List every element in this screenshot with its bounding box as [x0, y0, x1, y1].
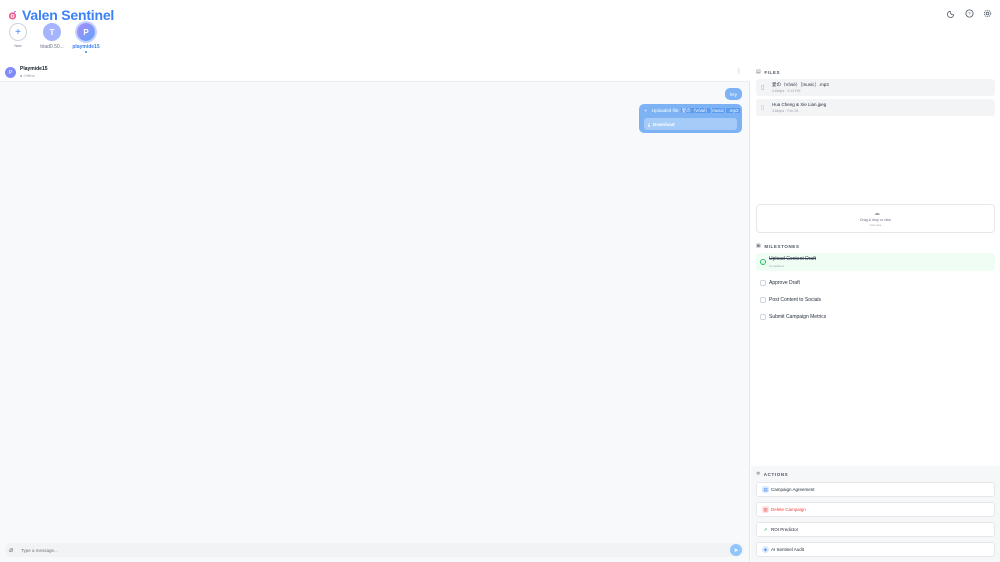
milestone-label: Approve Draft: [769, 279, 800, 286]
settings-icon[interactable]: [982, 8, 992, 18]
milestone-label: Post Content to Socials: [769, 296, 821, 303]
chat-header: P Playmide15 Offline ⋮: [0, 62, 750, 82]
check-circle-icon[interactable]: ✓: [760, 259, 766, 265]
milestone-item[interactable]: Post Content to Socials: [756, 292, 995, 307]
actions-section-title: ✲ ACTIONS: [756, 471, 788, 477]
file-meta: 3.6kbps · Feb 28: [772, 109, 799, 113]
trend-icon: ↗: [763, 526, 768, 532]
shield-icon: ◈: [762, 546, 769, 553]
file-dropzone[interactable]: ☁ Drag & drop or click max size: [756, 204, 995, 233]
milestone-checkbox[interactable]: [760, 296, 766, 303]
section-label: MILESTONES: [764, 243, 800, 249]
file-message-text: Uploaded file: 愛の（Vòsé）［music］.mp3: [652, 108, 740, 114]
file-item[interactable]: ▯ 愛の（Vòsé）［music］.mp3 3.6kbps · 3:13 PM: [756, 79, 995, 96]
milestone-checkbox[interactable]: [760, 313, 766, 320]
app-title: Valen Sentinel: [22, 7, 115, 23]
more-options-icon[interactable]: ⋮: [736, 68, 742, 75]
help-icon[interactable]: ?: [964, 8, 974, 18]
message-bubble: hey: [724, 88, 742, 100]
milestone-item[interactable]: Approve Draft: [756, 275, 995, 290]
document-icon: ▤: [762, 486, 769, 493]
brand[interactable]: Valen Sentinel: [8, 7, 114, 23]
sparkle-icon: ✲: [756, 471, 761, 477]
upload-prefix: Uploaded file:: [652, 108, 680, 113]
avatar[interactable]: P: [77, 23, 95, 41]
file-item[interactable]: ▯ Hua Cheng & Xie Lian.jpeg 3.6kbps · Fe…: [756, 99, 995, 116]
chat-status: Offline: [20, 73, 35, 78]
send-button[interactable]: ➤: [730, 544, 742, 556]
file-name: Hua Cheng & Xie Lian.jpeg: [772, 102, 827, 107]
attach-icon[interactable]: ⌀: [9, 546, 13, 554]
avatar: P: [5, 67, 16, 78]
milestone-label: Submit Campaign Metrics: [769, 313, 827, 320]
file-name: 愛の（Vòsé）［music］.mp3: [772, 82, 829, 87]
milestone-item[interactable]: Submit Campaign Metrics: [756, 309, 995, 324]
milestones-section-title: ▣ MILESTONES: [756, 243, 800, 249]
contact-label: playmide15: [72, 44, 100, 50]
image-file-icon: ▯: [761, 105, 765, 111]
top-bar: Valen Sentinel ? + New T triad0.50... P …: [0, 0, 1000, 62]
actions-section: ✲ ACTIONS ▤ Campaign Agreement ▥ Delete …: [751, 466, 1000, 562]
action-label: AI Sentinel Audit: [771, 547, 805, 552]
chat-contact-name: Playmide15: [20, 66, 48, 72]
milestone-label: Upload Content Draft: [769, 256, 816, 262]
action-label: Campaign Agreement: [771, 487, 815, 492]
milestone-item[interactable]: ✓ Upload Content Draft Completed: [756, 253, 995, 271]
file-icon: ▯: [761, 85, 765, 91]
milestone-checkbox[interactable]: [760, 279, 766, 286]
contact-item-triad[interactable]: T triad0.50...: [40, 23, 64, 53]
dropzone-subtext: max size: [869, 223, 882, 227]
moon-icon[interactable]: [946, 8, 956, 18]
action-label: Delete Campaign: [771, 507, 806, 512]
side-panel: ▤ FILES ▯ 愛の（Vòsé）［music］.mp3 3.6kbps · …: [751, 62, 1000, 562]
download-button[interactable]: ⤓ Download: [644, 118, 737, 130]
svg-text:?: ?: [968, 11, 971, 16]
status-text: Offline: [23, 73, 36, 78]
download-icon: ⤓: [648, 121, 650, 127]
message-input[interactable]: [21, 546, 711, 554]
file-meta: 3.6kbps · 3:13 PM: [772, 89, 801, 93]
contact-strip: + New T triad0.50... P playmide15: [7, 23, 100, 53]
trash-icon: ▥: [762, 506, 769, 513]
action-delete-campaign[interactable]: ▥ Delete Campaign: [756, 502, 995, 517]
plus-icon[interactable]: +: [9, 23, 27, 41]
file-icon: ✦: [644, 108, 648, 113]
download-label: Download: [653, 121, 675, 127]
brand-logo-icon: [8, 10, 17, 20]
new-chat-button[interactable]: + New: [7, 23, 29, 53]
file-message-bubble: ✦ Uploaded file: 愛の（Vòsé）［music］.mp3 ⤓ D…: [639, 104, 742, 133]
uploaded-file-name: 愛の（Vòsé）［music］.mp3: [680, 108, 740, 113]
files-section-title: ▤ FILES: [756, 69, 780, 75]
dropzone-text: Drag & drop or click: [860, 218, 891, 222]
action-campaign-agreement[interactable]: ▤ Campaign Agreement: [756, 482, 995, 497]
folder-icon: ▤: [756, 69, 762, 75]
section-label: ACTIONS: [763, 471, 789, 477]
upload-cloud-icon: ☁: [874, 211, 880, 217]
message-composer: ⌀ ➤: [5, 543, 744, 557]
action-roi-predictor[interactable]: ↗ ROI Predictor: [756, 522, 995, 537]
section-label: FILES: [764, 69, 781, 75]
contact-label: triad0.50...: [40, 44, 64, 50]
status-dot-icon: [20, 74, 22, 77]
chat-pane: P Playmide15 Offline ⋮ hey ✦ Uploaded fi…: [0, 62, 750, 562]
send-icon: ➤: [733, 547, 739, 554]
active-indicator: [85, 51, 87, 53]
checklist-icon: ▣: [756, 243, 762, 249]
avatar[interactable]: T: [43, 23, 61, 41]
action-label: ROI Predictor: [771, 527, 799, 532]
milestone-status: Completed: [769, 264, 784, 268]
action-ai-sentinel-audit[interactable]: ◈ AI Sentinel Audit: [756, 542, 995, 557]
contact-item-playmide15[interactable]: P playmide15: [72, 23, 100, 53]
contact-label: New: [14, 44, 22, 48]
